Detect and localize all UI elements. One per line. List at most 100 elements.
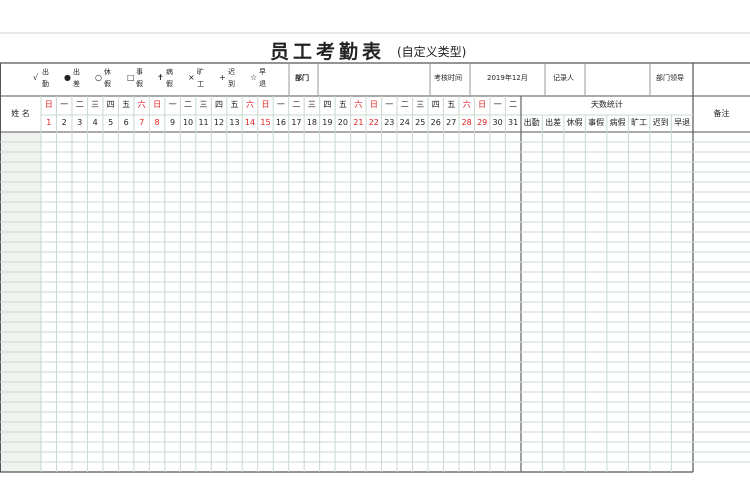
legend-symbol-7: ☆ <box>250 73 258 82</box>
legend-label-3: 事 <box>136 68 143 76</box>
weekday-16: 一 <box>276 100 285 109</box>
weekday-30: 一 <box>493 100 502 109</box>
legend-symbol-2: ○ <box>95 73 102 82</box>
stats-col-5: 旷工 <box>631 118 648 127</box>
day-15: 15 <box>260 118 271 127</box>
legend-label-5: 旷 <box>197 68 204 76</box>
day-9: 9 <box>170 118 176 127</box>
weekday-22: 日 <box>369 100 378 109</box>
dept-label: 部门 <box>295 74 309 82</box>
day-5: 5 <box>108 118 114 127</box>
weekday-13: 五 <box>230 100 239 109</box>
legend-symbol-4: ✝ <box>157 73 164 82</box>
legend-symbol-1: ● <box>64 73 71 82</box>
weekday-15: 日 <box>261 100 270 109</box>
weekday-8: 日 <box>153 100 162 109</box>
day-24: 24 <box>399 118 410 127</box>
legend-label-3: 假 <box>136 80 143 88</box>
weekday-1: 日 <box>44 100 53 109</box>
day-31: 31 <box>508 118 519 127</box>
stats-col-4: 病假 <box>609 118 626 127</box>
day-26: 26 <box>430 118 441 127</box>
legend-label-6: 迟 <box>228 68 235 76</box>
legend-label-2: 假 <box>104 80 111 88</box>
weekday-11: 三 <box>199 100 208 109</box>
day-16: 16 <box>275 118 287 127</box>
legend-label-1: 出 <box>73 68 80 76</box>
stats-col-6: 迟到 <box>652 118 669 127</box>
legend-label-4: 假 <box>166 80 173 88</box>
weekday-6: 五 <box>122 100 131 109</box>
day-2: 2 <box>61 118 67 127</box>
day-10: 10 <box>182 118 194 127</box>
day-18: 18 <box>306 118 317 127</box>
day-6: 6 <box>123 118 129 127</box>
stats-col-0: 出勤 <box>523 118 540 127</box>
stats-col-1: 出差 <box>545 118 562 127</box>
day-7: 7 <box>139 118 145 127</box>
weekday-18: 三 <box>307 100 316 109</box>
stats-header: 天数统计 <box>590 100 623 109</box>
day-20: 20 <box>337 118 348 127</box>
day-22: 22 <box>368 118 379 127</box>
weekday-4: 三 <box>91 100 100 109</box>
day-28: 28 <box>461 118 472 127</box>
legend-label-1: 差 <box>73 80 80 88</box>
legend-label-5: 工 <box>197 80 204 88</box>
day-14: 14 <box>244 118 256 127</box>
day-13: 13 <box>229 118 240 127</box>
legend-symbol-3: □ <box>127 73 135 82</box>
day-23: 23 <box>384 118 395 127</box>
legend-label-6: 到 <box>228 80 235 88</box>
weekday-27: 五 <box>447 100 456 109</box>
attendance-grid <box>0 32 750 473</box>
day-27: 27 <box>446 118 457 127</box>
day-30: 30 <box>492 118 503 127</box>
weekday-23: 一 <box>385 100 394 109</box>
weekday-26: 四 <box>431 100 440 109</box>
weekday-5: 四 <box>106 100 115 109</box>
legend-symbol-6: + <box>219 73 226 82</box>
weekday-19: 四 <box>323 100 332 109</box>
stats-col-7: 早退 <box>674 118 691 127</box>
day-1: 1 <box>46 118 52 127</box>
legend-symbol-5: × <box>188 73 195 82</box>
legend-label-4: 病 <box>166 68 173 76</box>
day-8: 8 <box>154 118 160 127</box>
weekday-28: 六 <box>462 100 471 109</box>
day-19: 19 <box>322 118 333 127</box>
weekday-20: 五 <box>338 100 347 109</box>
period-label: 考核时间 <box>434 74 462 82</box>
legend-label-2: 休 <box>104 68 111 76</box>
day-11: 11 <box>198 118 209 127</box>
day-12: 12 <box>213 118 225 127</box>
day-4: 4 <box>92 118 98 127</box>
legend-symbol-0: √ <box>33 73 39 82</box>
weekday-7: 六 <box>137 100 146 109</box>
stats-col-2: 休假 <box>566 118 583 127</box>
weekday-3: 二 <box>75 100 84 109</box>
weekday-12: 四 <box>215 100 223 109</box>
weekday-17: 二 <box>292 100 301 109</box>
legend-label-7: 退 <box>259 80 266 88</box>
weekday-21: 六 <box>354 100 363 109</box>
legend-label-7: 早 <box>259 68 266 76</box>
weekday-29: 日 <box>478 100 487 109</box>
weekday-25: 三 <box>416 100 425 109</box>
stats-col-3: 事假 <box>588 118 605 127</box>
remark-header: 备注 <box>713 109 730 118</box>
weekday-31: 二 <box>509 100 518 109</box>
day-21: 21 <box>353 118 364 127</box>
weekday-2: 一 <box>60 100 69 109</box>
day-29: 29 <box>477 118 488 127</box>
day-3: 3 <box>77 118 83 127</box>
weekday-10: 二 <box>184 100 193 109</box>
weekday-14: 六 <box>245 100 254 109</box>
name-header: 姓 名 <box>11 109 30 118</box>
day-17: 17 <box>291 118 302 127</box>
weekday-24: 二 <box>400 100 409 109</box>
weekday-9: 一 <box>168 100 177 109</box>
recorder-label: 记录人 <box>553 74 574 82</box>
day-25: 25 <box>415 118 426 127</box>
legend-label-0: 出 <box>42 68 49 76</box>
